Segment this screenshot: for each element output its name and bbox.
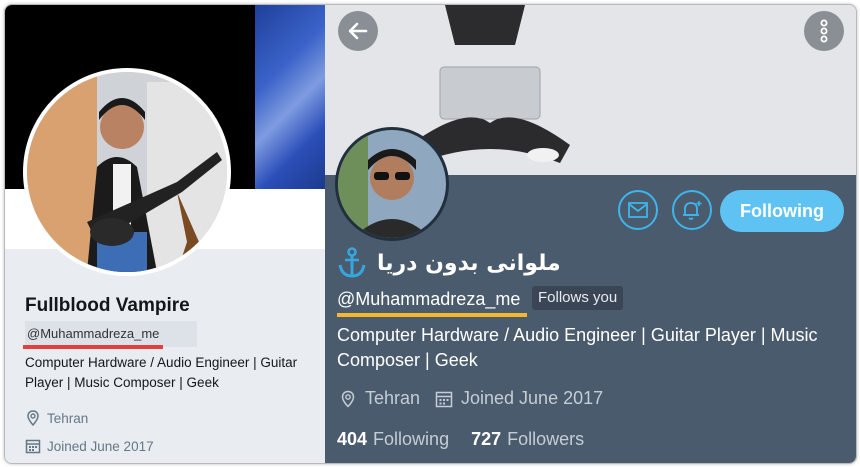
handle-highlight xyxy=(23,345,163,349)
joined-row-dark: Joined June 2017 xyxy=(435,388,603,409)
profile-name: Fullblood Vampire xyxy=(25,295,190,316)
location-pin-icon xyxy=(27,410,39,426)
avatar-photo-dark xyxy=(338,130,446,238)
more-options-button[interactable] xyxy=(804,11,844,51)
joined-row: Joined June 2017 xyxy=(25,438,154,454)
location-text: Tehran xyxy=(47,410,89,426)
following-stat[interactable]: 404 Following xyxy=(337,429,449,450)
message-button[interactable] xyxy=(618,190,658,230)
dark-profile-panel: Following ملوانی بدون دریا @Muhammadreza… xyxy=(325,5,856,463)
profile-bio: Computer Hardware / Audio Engineer | Gui… xyxy=(25,355,298,390)
avatar[interactable] xyxy=(23,68,231,276)
joined-text-dark: Joined June 2017 xyxy=(461,388,604,408)
display-name-row: ملوانی بدون دریا xyxy=(337,247,561,279)
notifications-button[interactable] xyxy=(672,190,712,230)
follow-stats: 404 Following 727 Followers xyxy=(337,429,606,450)
followers-label: Followers xyxy=(507,429,585,449)
joined-text: Joined June 2017 xyxy=(47,438,154,454)
envelope-icon xyxy=(628,202,648,218)
followers-count: 727 xyxy=(471,429,502,449)
avatar-photo xyxy=(27,72,227,272)
back-arrow-icon xyxy=(348,22,368,40)
avatar-dark[interactable] xyxy=(335,127,449,241)
comparison-frame: Fullblood Vampire @Muhammadreza_me Compu… xyxy=(4,4,857,464)
calendar-icon xyxy=(25,439,41,454)
back-button[interactable] xyxy=(338,11,378,51)
followers-stat[interactable]: 727 Followers xyxy=(471,429,584,450)
profile-handle: @Muhammadreza_me xyxy=(25,321,197,347)
more-vertical-icon xyxy=(820,19,828,43)
bell-plus-icon xyxy=(683,201,702,220)
banner-artwork xyxy=(255,5,325,189)
location-row-dark: Tehran xyxy=(339,388,420,409)
following-label: Following xyxy=(373,429,450,449)
handle-highlight-dark xyxy=(337,313,527,317)
profile-bio-dark: Computer Hardware / Audio Engineer | Gui… xyxy=(337,325,818,370)
display-name: ملوانی بدون دریا xyxy=(377,250,561,276)
following-count: 404 xyxy=(337,429,368,449)
location-row: Tehran xyxy=(25,410,88,426)
following-button[interactable]: Following xyxy=(720,190,844,232)
location-pin-icon xyxy=(341,390,355,408)
follows-you-badge: Follows you xyxy=(532,286,624,310)
location-text-dark: Tehran xyxy=(365,388,421,408)
light-profile-panel: Fullblood Vampire @Muhammadreza_me Compu… xyxy=(5,5,325,463)
anchor-icon xyxy=(338,247,366,278)
calendar-icon xyxy=(435,391,453,407)
profile-handle-dark: @Muhammadreza_me xyxy=(337,289,521,309)
